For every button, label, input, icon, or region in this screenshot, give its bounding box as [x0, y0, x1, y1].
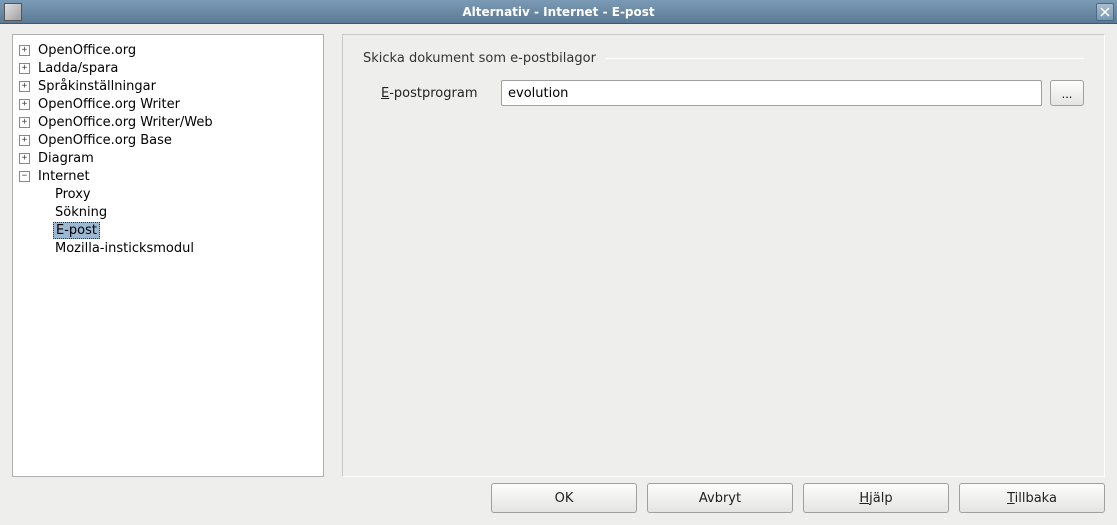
tree-item-label: E-post — [53, 222, 100, 239]
app-icon — [4, 3, 22, 21]
tree-item-proxy[interactable]: Proxy — [13, 185, 323, 203]
tree-item-label: OpenOffice.org — [36, 43, 138, 58]
collapse-icon[interactable]: − — [19, 171, 30, 182]
tree-item-search[interactable]: Sökning — [13, 203, 323, 221]
tree-item-label: OpenOffice.org Writer/Web — [36, 115, 215, 130]
tree-item-email[interactable]: E-post — [13, 221, 323, 239]
tree-item-label: OpenOffice.org Base — [36, 133, 174, 148]
section-header: Skicka dokument som e-postbilagor — [363, 51, 1084, 66]
email-program-row: E-postprogram ... — [363, 80, 1084, 106]
tree-item-label: Språkinställningar — [36, 79, 158, 94]
window-body: + OpenOffice.org + Ladda/spara + Språkin… — [0, 24, 1117, 525]
tree-item-openoffice[interactable]: + OpenOffice.org — [13, 41, 323, 59]
tree-item-diagram[interactable]: + Diagram — [13, 149, 323, 167]
section-title: Skicka dokument som e-postbilagor — [363, 51, 606, 66]
email-program-input[interactable] — [501, 80, 1042, 106]
dialog-button-bar: OK Avbryt Hjälp Tillbaka — [0, 483, 1117, 525]
expand-icon[interactable]: + — [19, 81, 30, 92]
content-panel: Skicka dokument som e-postbilagor E-post… — [342, 34, 1105, 477]
close-icon — [1100, 7, 1110, 17]
expand-icon[interactable]: + — [19, 45, 30, 56]
tree-item-label: Diagram — [36, 151, 96, 166]
cancel-button[interactable]: Avbryt — [647, 483, 793, 513]
titlebar: Alternativ - Internet - E-post — [0, 0, 1117, 24]
expand-icon[interactable]: + — [19, 99, 30, 110]
expand-icon[interactable]: + — [19, 153, 30, 164]
tree-item-base[interactable]: + OpenOffice.org Base — [13, 131, 323, 149]
tree-item-writer[interactable]: + OpenOffice.org Writer — [13, 95, 323, 113]
tree-item-label: Proxy — [53, 187, 93, 202]
section-divider — [606, 58, 1084, 59]
tree-item-writer-web[interactable]: + OpenOffice.org Writer/Web — [13, 113, 323, 131]
tree-item-mozilla-plugin[interactable]: Mozilla-insticksmodul — [13, 239, 323, 257]
email-program-label: E-postprogram — [381, 86, 501, 101]
tree-item-language[interactable]: + Språkinställningar — [13, 77, 323, 95]
ok-button[interactable]: OK — [491, 483, 637, 513]
back-button[interactable]: Tillbaka — [959, 483, 1105, 513]
expand-icon[interactable]: + — [19, 135, 30, 146]
tree-item-label: OpenOffice.org Writer — [36, 97, 182, 112]
close-button[interactable] — [1096, 3, 1114, 21]
tree-item-label: Mozilla-insticksmodul — [53, 241, 196, 256]
expand-icon[interactable]: + — [19, 63, 30, 74]
browse-button[interactable]: ... — [1050, 80, 1084, 106]
tree-item-label: Sökning — [53, 205, 109, 220]
tree-item-label: Ladda/spara — [36, 61, 120, 76]
tree-item-label: Internet — [36, 169, 92, 184]
options-tree[interactable]: + OpenOffice.org + Ladda/spara + Språkin… — [12, 34, 324, 477]
window-title: Alternativ - Internet - E-post — [0, 5, 1117, 19]
main-area: + OpenOffice.org + Ladda/spara + Språkin… — [0, 24, 1117, 483]
tree-item-load-save[interactable]: + Ladda/spara — [13, 59, 323, 77]
expand-icon[interactable]: + — [19, 117, 30, 128]
tree-item-internet[interactable]: − Internet — [13, 167, 323, 185]
help-button[interactable]: Hjälp — [803, 483, 949, 513]
